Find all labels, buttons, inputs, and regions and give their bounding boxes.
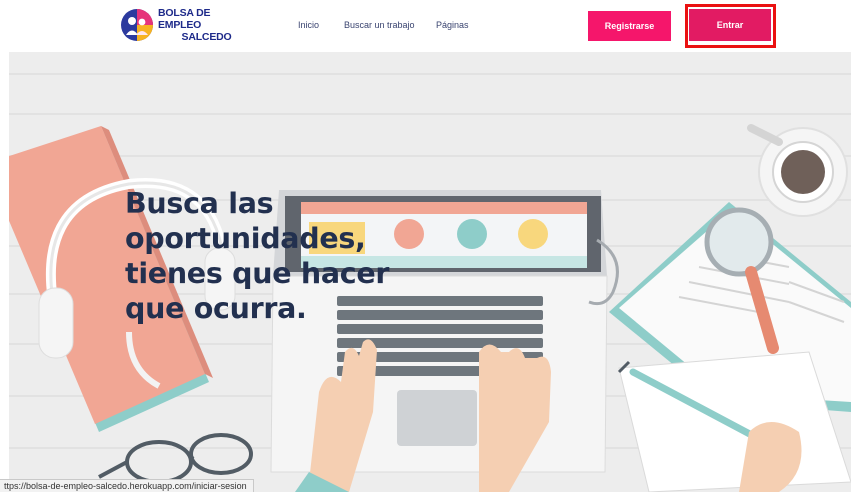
nav-link-paginas[interactable]: Páginas [436,20,469,30]
hero-banner: Busca las oportunidades, tienes que hace… [9,52,851,492]
hero-headline-line-4: que ocurra. [125,292,307,325]
hero-headline: Busca las oportunidades, tienes que hace… [125,186,425,326]
brand-name: BOLSA DE EMPLEO SALCEDO [158,7,255,43]
hero-headline-line-2: oportunidades, [125,222,366,255]
login-button[interactable]: Entrar [689,9,771,41]
brand-name-line1: BOLSA DE EMPLEO [158,7,211,31]
brand-logo-icon [121,9,153,41]
hero-headline-line-3: tienes que hacer [125,257,390,290]
nav-link-buscar-trabajo[interactable]: Buscar un trabajo [344,20,415,30]
nav-link-inicio[interactable]: Inicio [298,20,319,30]
browser-status-bar: ttps://bolsa-de-empleo-salcedo.herokuapp… [0,479,254,492]
brand-logo[interactable]: BOLSA DE EMPLEO SALCEDO [120,7,255,43]
status-bar-url: ttps://bolsa-de-empleo-salcedo.herokuapp… [4,481,247,491]
hero-headline-line-1: Busca las [125,187,274,220]
register-button[interactable]: Registrarse [588,11,671,41]
site-header: BOLSA DE EMPLEO SALCEDO Inicio Buscar un… [0,0,851,52]
brand-name-line2: SALCEDO [181,31,232,43]
